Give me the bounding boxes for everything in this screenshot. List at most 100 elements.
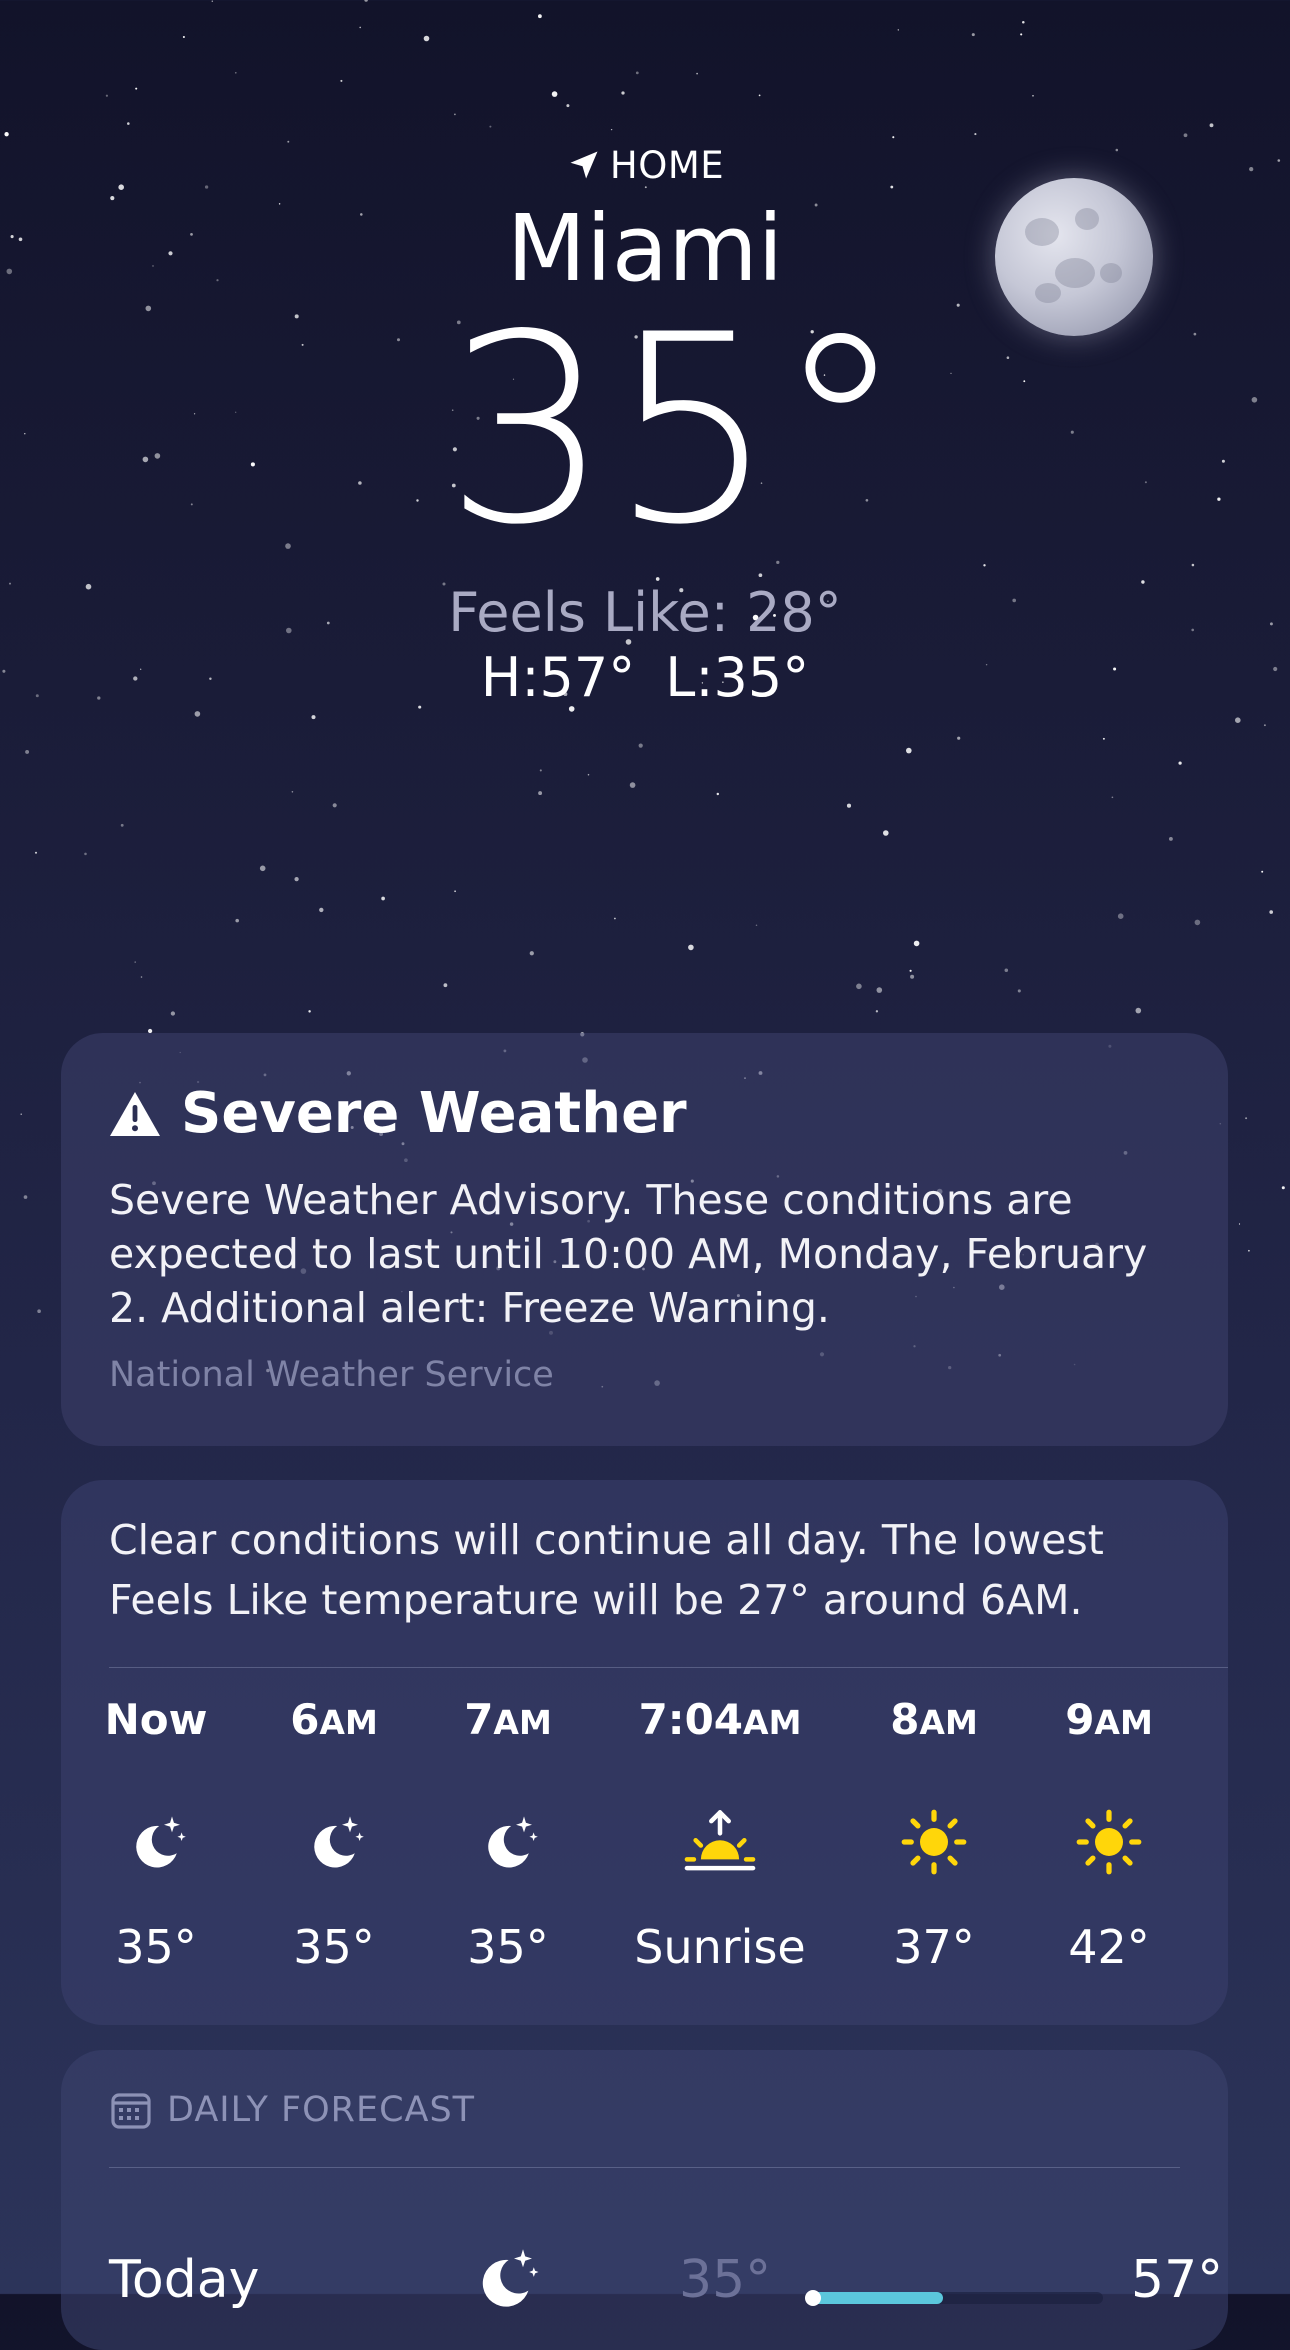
star bbox=[454, 890, 456, 893]
hourly-summary: Clear conditions will continue all day. … bbox=[109, 1510, 1189, 1630]
hourly-item: 7:04AM Sunrise bbox=[620, 1690, 820, 1974]
star bbox=[359, 26, 362, 29]
hour-time: 7AM bbox=[408, 1690, 608, 1750]
star bbox=[688, 944, 694, 951]
star bbox=[211, 0, 214, 3]
star bbox=[308, 1010, 311, 1013]
star bbox=[897, 29, 899, 31]
hourly-summary-line-2: Feels Like temperature will be 27° aroun… bbox=[109, 1576, 1083, 1624]
star bbox=[332, 803, 337, 808]
star bbox=[259, 865, 266, 872]
star bbox=[20, 1113, 22, 1115]
daily-forecast-card: DAILY FORECAST Today 35° 57° bbox=[61, 2050, 1228, 2350]
star bbox=[957, 736, 961, 740]
star bbox=[194, 711, 201, 717]
star bbox=[182, 35, 185, 39]
hour-time: 9AM bbox=[1009, 1690, 1209, 1750]
sun-icon bbox=[1009, 1802, 1209, 1882]
hourly-forecast-card: Clear conditions will continue all day. … bbox=[61, 1480, 1228, 2025]
hour-time-period: AM bbox=[1094, 1703, 1153, 1742]
day-name: Today bbox=[109, 2250, 260, 2310]
star bbox=[311, 715, 316, 720]
star bbox=[37, 1309, 41, 1314]
home-label: HOME bbox=[609, 143, 725, 187]
star bbox=[443, 983, 448, 988]
current-temperature: 35° bbox=[444, 280, 906, 583]
star bbox=[971, 33, 975, 37]
star bbox=[696, 72, 698, 75]
star bbox=[1168, 836, 1173, 841]
home-location-line: HOME bbox=[0, 140, 1290, 190]
star bbox=[381, 896, 385, 901]
moon-stars-icon bbox=[56, 1802, 256, 1882]
high-low-temperatures: H:57° L:35° bbox=[0, 646, 1290, 709]
star bbox=[629, 782, 636, 788]
star bbox=[716, 792, 720, 796]
hour-time-value: 9 bbox=[1065, 1695, 1095, 1744]
location-arrow-icon bbox=[570, 151, 598, 179]
star bbox=[610, 128, 613, 131]
daily-row-today[interactable]: Today 35° 57° bbox=[109, 2249, 1223, 2330]
star bbox=[913, 940, 920, 947]
star bbox=[856, 983, 862, 990]
star bbox=[1117, 913, 1124, 919]
hour-time-period: AM bbox=[493, 1703, 552, 1742]
hour-time-period: AM bbox=[919, 1703, 978, 1742]
hour-value: 35° bbox=[115, 1920, 197, 1974]
star bbox=[758, 94, 761, 97]
star bbox=[1020, 33, 1023, 36]
star bbox=[909, 969, 912, 972]
star bbox=[1135, 1007, 1142, 1014]
star bbox=[4, 132, 9, 137]
alert-source: National Weather Service bbox=[109, 1355, 554, 1395]
star bbox=[340, 79, 343, 82]
calendar-icon bbox=[111, 2093, 151, 2129]
current-weather-header: HOME Miami 35° Feels Like: 28° H:57° L:3… bbox=[0, 140, 1290, 710]
star bbox=[621, 91, 625, 95]
star bbox=[1281, 1186, 1285, 1190]
star bbox=[140, 976, 143, 978]
star bbox=[1004, 968, 1009, 973]
hour-time-value: 6 bbox=[290, 1695, 320, 1744]
star bbox=[614, 917, 616, 920]
star bbox=[876, 987, 883, 993]
star bbox=[105, 94, 108, 97]
hour-value: 42° bbox=[1068, 1920, 1150, 1974]
hour-value: 35° bbox=[467, 1920, 549, 1974]
star bbox=[489, 125, 492, 128]
alert-description: Severe Weather Advisory. These condition… bbox=[109, 1176, 1148, 1332]
star bbox=[127, 122, 130, 125]
star bbox=[566, 104, 570, 108]
star bbox=[1235, 717, 1241, 723]
star bbox=[1269, 910, 1273, 914]
daily-forecast-header: DAILY FORECAST bbox=[111, 2090, 475, 2130]
warning-triangle-icon bbox=[110, 1091, 160, 1136]
star bbox=[875, 1010, 879, 1013]
hour-time-value: Now bbox=[104, 1695, 208, 1744]
star bbox=[1263, 724, 1266, 727]
sunrise-icon bbox=[620, 1802, 820, 1882]
star bbox=[1209, 123, 1214, 128]
star bbox=[846, 803, 852, 808]
hour-time-value: 7:04 bbox=[638, 1695, 744, 1744]
star bbox=[1111, 796, 1114, 799]
star bbox=[638, 743, 643, 748]
high-temperature: H:57° bbox=[480, 646, 636, 710]
hour-value: 37° bbox=[893, 1920, 975, 1974]
current-temperature-dot bbox=[805, 2290, 821, 2306]
star bbox=[454, 113, 456, 116]
low-temperature: L:35° bbox=[665, 646, 810, 710]
severe-weather-alert-card[interactable]: Severe Weather Severe Weather Advisory. … bbox=[61, 1033, 1228, 1446]
hourly-item: 7AM 35° bbox=[408, 1690, 608, 1974]
star bbox=[25, 749, 30, 754]
star bbox=[883, 830, 889, 836]
star bbox=[134, 961, 136, 963]
day-low-temperature: 35° bbox=[679, 2250, 772, 2310]
hour-time-value: 7 bbox=[464, 1695, 494, 1744]
star bbox=[294, 876, 299, 882]
star bbox=[1238, 1223, 1241, 1225]
alert-title: Severe Weather bbox=[181, 1081, 687, 1146]
star bbox=[974, 133, 977, 136]
star bbox=[1178, 761, 1182, 765]
star bbox=[1183, 133, 1188, 138]
